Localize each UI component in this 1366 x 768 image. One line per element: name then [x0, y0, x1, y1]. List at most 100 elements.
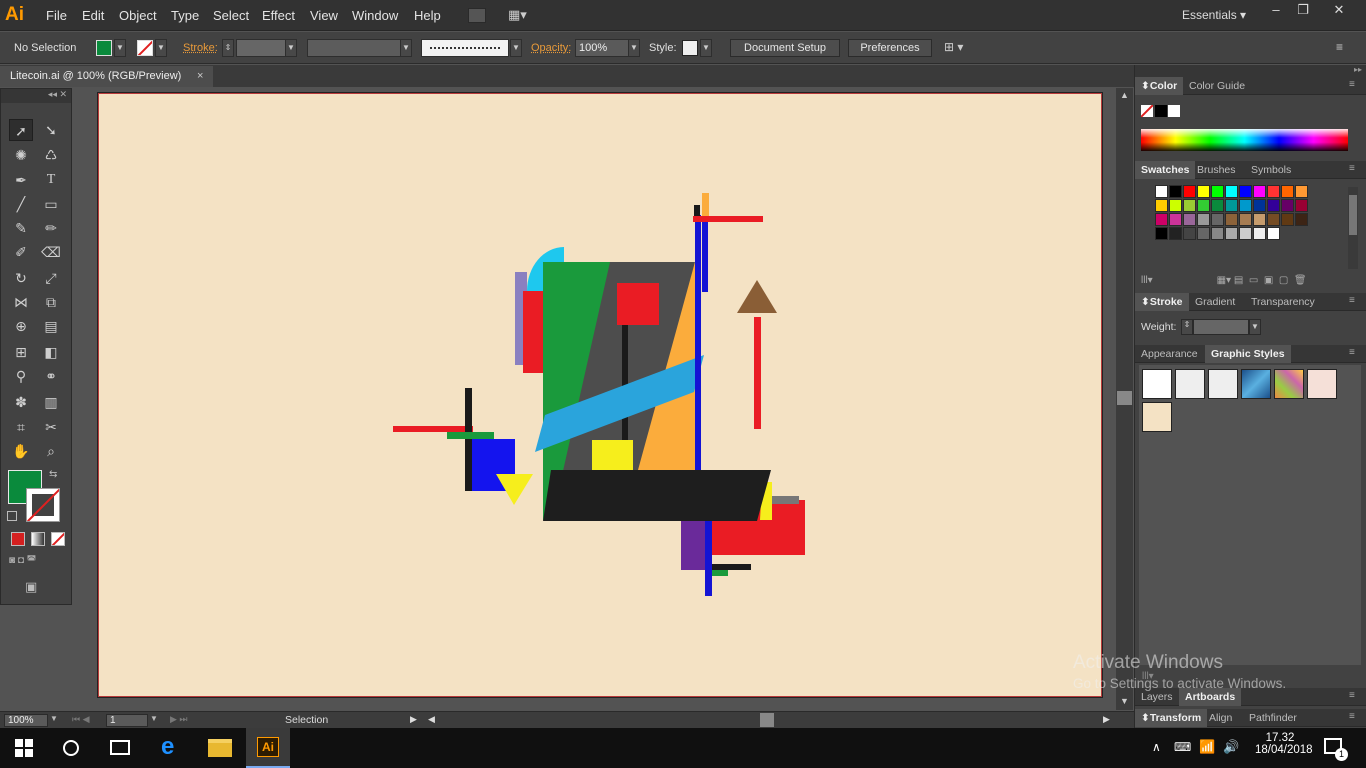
swatch[interactable] — [1169, 213, 1182, 226]
swatch[interactable] — [1169, 227, 1182, 240]
swatch[interactable] — [1169, 199, 1182, 212]
file-explorer-icon[interactable] — [208, 739, 232, 757]
swatch-scrollbar[interactable] — [1348, 187, 1358, 269]
swatch[interactable] — [1183, 213, 1196, 226]
swatch[interactable] — [1281, 185, 1294, 198]
swatch[interactable] — [1183, 199, 1196, 212]
graphic-style-3[interactable] — [1208, 369, 1238, 399]
tab-layers[interactable]: Layers — [1135, 688, 1179, 706]
tab-pathfinder[interactable]: Pathfinder — [1243, 709, 1303, 727]
color-spectrum[interactable] — [1141, 129, 1348, 151]
swatch[interactable] — [1197, 227, 1210, 240]
weight-stepper[interactable]: ⇕ — [1181, 319, 1193, 335]
swatch[interactable] — [1253, 199, 1266, 212]
panel-menu-icon[interactable]: ≡ — [1349, 711, 1355, 722]
swatch[interactable] — [1155, 199, 1168, 212]
swatch[interactable] — [1197, 213, 1210, 226]
swatch-actions-bar[interactable]: lll▾ ▦▾ ▤ ▭ ▣ ▢ 🗑 — [1141, 275, 1361, 289]
zoom-dropdown[interactable]: ▼ — [50, 714, 58, 723]
cortana-search-icon[interactable] — [63, 740, 79, 756]
swatch[interactable] — [1225, 213, 1238, 226]
workspace-switcher[interactable]: Essentials ▾ — [1182, 8, 1246, 22]
color-none-icon[interactable] — [1141, 105, 1153, 117]
scroll-up-icon[interactable]: ▲ — [1120, 90, 1129, 100]
swatch[interactable] — [1211, 213, 1224, 226]
status-menu-icon[interactable]: ▶ — [410, 714, 417, 725]
swatch[interactable] — [1155, 185, 1168, 198]
panel-menu-icon[interactable]: ≡ — [1349, 347, 1355, 358]
horizontal-scroll-thumb[interactable] — [760, 713, 774, 727]
tab-graphic-styles[interactable]: Graphic Styles — [1205, 345, 1291, 363]
swatch[interactable] — [1267, 213, 1280, 226]
swatch[interactable] — [1183, 227, 1196, 240]
swatch[interactable] — [1295, 185, 1308, 198]
swatch[interactable] — [1281, 213, 1294, 226]
swatch[interactable] — [1295, 213, 1308, 226]
swatch[interactable] — [1211, 199, 1224, 212]
artboard-number-field[interactable]: 1 — [106, 714, 148, 727]
swatch[interactable] — [1225, 199, 1238, 212]
swatch-grid[interactable] — [1141, 185, 1341, 273]
swatch[interactable] — [1197, 199, 1210, 212]
tab-swatches[interactable]: Swatches — [1135, 161, 1196, 179]
tab-symbols[interactable]: Symbols — [1245, 161, 1297, 179]
graphic-style-7[interactable] — [1142, 402, 1172, 432]
volume-icon[interactable]: 🔊 — [1223, 739, 1239, 755]
weight-dropdown[interactable]: ▼ — [1249, 319, 1261, 335]
color-white-swatch[interactable] — [1168, 105, 1180, 117]
color-black-swatch[interactable] — [1155, 105, 1167, 117]
tab-transform[interactable]: ⬍Transform — [1135, 709, 1208, 727]
minimize-button[interactable]: – — [1262, 2, 1290, 18]
swatch[interactable] — [1267, 227, 1280, 240]
scroll-left-icon[interactable]: ◀ — [428, 714, 435, 725]
restore-button[interactable]: ❐ — [1289, 2, 1317, 18]
swatch[interactable] — [1239, 185, 1252, 198]
swatch[interactable] — [1225, 227, 1238, 240]
edge-browser-icon[interactable]: e — [161, 734, 174, 760]
swatch[interactable] — [1169, 185, 1182, 198]
vertical-scroll-thumb[interactable] — [1117, 391, 1132, 405]
graphic-style-4[interactable] — [1241, 369, 1271, 399]
swatch[interactable] — [1225, 185, 1238, 198]
swatch[interactable] — [1183, 185, 1196, 198]
network-icon[interactable]: 📶 — [1199, 739, 1215, 755]
taskbar-illustrator-button[interactable]: Ai — [246, 728, 290, 768]
swatch[interactable] — [1211, 185, 1224, 198]
graphic-style-6[interactable] — [1307, 369, 1337, 399]
tab-color[interactable]: ⬍Color — [1135, 77, 1184, 95]
graphic-style-default[interactable] — [1142, 369, 1172, 399]
tab-brushes[interactable]: Brushes — [1191, 161, 1242, 179]
swatch[interactable] — [1295, 199, 1308, 212]
graphic-style-2[interactable] — [1175, 369, 1205, 399]
swatch[interactable] — [1239, 213, 1252, 226]
vertical-scrollbar[interactable]: ▲ ▼ — [1116, 88, 1133, 710]
swatch[interactable] — [1267, 199, 1280, 212]
zoom-field[interactable]: 100% — [4, 714, 48, 727]
swatch[interactable] — [1267, 185, 1280, 198]
swatch[interactable] — [1155, 227, 1168, 240]
start-windows-icon[interactable] — [15, 739, 33, 757]
last-artboard-icon[interactable]: ▶ ⏭ — [170, 714, 188, 725]
swatch[interactable] — [1197, 185, 1210, 198]
swatch[interactable] — [1211, 227, 1224, 240]
control-bar-menu-icon[interactable]: ≡ — [1336, 40, 1343, 54]
graphic-styles-library-icon[interactable]: lll▾ — [1142, 671, 1154, 682]
tab-stroke[interactable]: ⬍Stroke — [1135, 293, 1189, 311]
swatch[interactable] — [1253, 227, 1266, 240]
swatch[interactable] — [1155, 213, 1168, 226]
keyboard-icon[interactable]: ⌨ — [1174, 740, 1191, 754]
tab-appearance[interactable]: Appearance — [1135, 345, 1204, 363]
taskbar-clock[interactable]: 17.32 18/04/2018 — [1255, 732, 1313, 756]
swatch[interactable] — [1253, 185, 1266, 198]
artwork[interactable] — [0, 0, 1134, 710]
panel-menu-icon[interactable]: ≡ — [1349, 163, 1355, 174]
swatch[interactable] — [1281, 199, 1294, 212]
task-view-icon[interactable] — [110, 740, 130, 755]
dock-collapse-icon[interactable]: ▸▸ — [1135, 65, 1366, 77]
tab-gradient[interactable]: Gradient — [1189, 293, 1241, 311]
tab-artboards[interactable]: Artboards — [1179, 688, 1242, 706]
show-hidden-icons[interactable]: ∧ — [1152, 740, 1161, 754]
artboard-dropdown[interactable]: ▼ — [150, 714, 158, 723]
tab-transparency[interactable]: Transparency — [1245, 293, 1321, 311]
swatch[interactable] — [1253, 213, 1266, 226]
